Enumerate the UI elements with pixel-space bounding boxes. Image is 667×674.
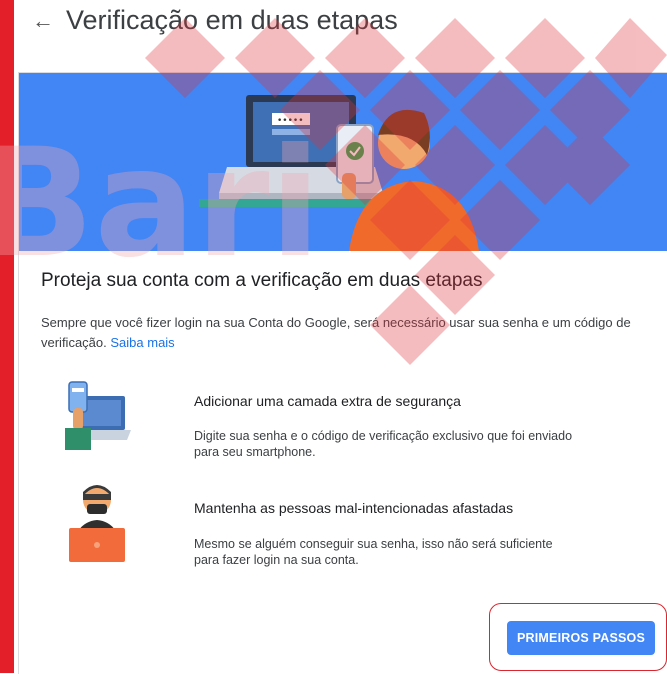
red-frame-bar bbox=[0, 0, 14, 673]
hero-illustration: ••••• bbox=[199, 95, 479, 251]
feature-desc-protection: Mesmo se alguém conseguir sua senha, iss… bbox=[194, 537, 553, 567]
card-headline: Proteja sua conta com a verificação em d… bbox=[41, 270, 483, 291]
page-header: ← Verificação em duas etapas bbox=[14, 0, 667, 58]
feature-desc-security: Digite sua senha e o código de verificaç… bbox=[194, 429, 573, 459]
two-step-card: ••••• Proteja sua conta com a verificaçã… bbox=[18, 72, 667, 674]
hero-banner: ••••• bbox=[19, 73, 667, 251]
intro-text: Sempre que você fizer login na sua Conta… bbox=[41, 313, 651, 353]
feature-title-protection: Mantenha as pessoas mal-intencionadas af… bbox=[194, 500, 514, 516]
highlight-frame: PRIMEIROS PASSOS bbox=[489, 603, 667, 671]
page-title: Verificação em duas etapas bbox=[66, 5, 398, 35]
get-started-button[interactable]: PRIMEIROS PASSOS bbox=[507, 621, 655, 655]
learn-more-link[interactable]: Saiba mais bbox=[110, 335, 174, 350]
arrow-back-icon[interactable]: ← bbox=[32, 8, 54, 34]
hacker-icon bbox=[69, 485, 125, 562]
feature-title-security: Adicionar uma camada extra de segurança bbox=[194, 393, 461, 409]
phone-laptop-icon bbox=[65, 381, 131, 450]
svg-text:•••••: ••••• bbox=[277, 116, 304, 126]
